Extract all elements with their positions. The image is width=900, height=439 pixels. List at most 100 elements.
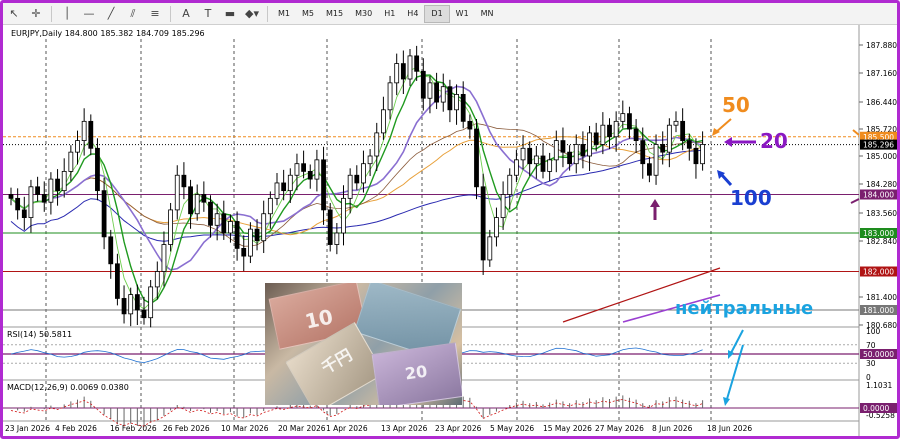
bull-candle <box>653 144 659 176</box>
bear-candle <box>321 159 326 211</box>
bull-candle <box>620 113 626 122</box>
trendline-tool-icon[interactable]: ╱ <box>100 5 122 23</box>
bear-candle <box>693 147 699 165</box>
bear-candle <box>307 170 313 180</box>
bear-candle <box>480 186 486 261</box>
bear-candle <box>55 178 60 192</box>
bear-candle <box>121 298 127 315</box>
bear-candle <box>115 263 120 299</box>
toolbar-separator <box>267 5 268 22</box>
shapes-menu-icon[interactable]: ◆▾ <box>241 5 263 23</box>
bear-candle <box>8 194 14 199</box>
macd-label: MACD(12,26,9) 0.0069 0.0380 <box>7 383 129 392</box>
bull-candle <box>267 197 273 215</box>
bull-candle <box>613 120 619 138</box>
price-label: 187.880 <box>866 41 897 50</box>
date-label: 26 Feb 2026 <box>163 424 210 433</box>
bull-candle <box>161 244 167 272</box>
bull-candle <box>673 120 679 126</box>
toolbar: ↖ ✛ │ — ╱ ⫽ ≡ A T ▬ ◆▾ M1 M5 M15 M30 H1 H4 D1 W1 MN <box>3 3 897 25</box>
date-label: 15 May 2026 <box>543 424 592 433</box>
timeframe-w1-button[interactable]: W1 <box>450 5 475 23</box>
price-scale: 187.880187.160186.440185.720185.000184.2… <box>859 41 897 330</box>
chart-header: EURJPY,Daily 184.800 185.382 184.709 185… <box>11 29 205 38</box>
date-label: 1 Apr 2026 <box>326 424 368 433</box>
ma20-annotation: 20 <box>760 129 788 153</box>
timeframe-mn-button[interactable]: MN <box>475 5 500 23</box>
bear-candle <box>301 163 307 172</box>
bear-candle <box>686 140 692 149</box>
bull-candle <box>700 144 705 165</box>
channel-tool-icon[interactable]: ⫽ <box>122 5 144 23</box>
bull-candle <box>494 217 499 238</box>
bear-candle <box>35 186 40 195</box>
bull-candle <box>587 132 592 157</box>
bull-candle <box>247 228 253 257</box>
bear-candle <box>660 144 666 153</box>
timeframe-m15-button[interactable]: M15 <box>320 5 349 23</box>
toolbar-separator <box>51 5 52 22</box>
support-up-arrowhead <box>650 199 660 207</box>
bull-candle <box>513 159 519 176</box>
bear-candle <box>354 174 360 184</box>
rectangle-label-tool-icon[interactable]: ▬ <box>219 5 241 23</box>
fibonacci-tool-icon[interactable]: ≡ <box>144 5 166 23</box>
bear-candle <box>607 124 612 138</box>
horizontal-line-tool-icon[interactable]: — <box>78 5 100 23</box>
ma20-arrowhead <box>724 137 732 147</box>
bear-candle <box>460 94 466 122</box>
bear-candle <box>188 186 193 215</box>
timeframe-m1-button[interactable]: M1 <box>272 5 296 23</box>
bull-candle <box>387 82 393 111</box>
bull-candle <box>347 174 353 199</box>
bear-candle <box>467 120 473 130</box>
bear-candle <box>181 174 187 188</box>
bear-candle <box>400 63 406 80</box>
bull-candle <box>454 94 459 111</box>
date-label: 27 May 2026 <box>595 424 644 433</box>
macd-current-value: 0.0000 <box>863 404 889 413</box>
bear-candle <box>241 247 247 257</box>
bear-candle <box>95 147 100 192</box>
bull-candle <box>81 120 87 141</box>
rsi-label: RSI(14) 50.5811 <box>7 330 72 339</box>
bear-candle <box>281 182 287 192</box>
cursor-tool-icon[interactable]: ↖ <box>3 5 25 23</box>
bull-candle <box>228 221 233 234</box>
bull-candle <box>600 124 606 145</box>
vertical-line-tool-icon[interactable]: │ <box>56 5 78 23</box>
timeframe-buttons: M1 M5 M15 M30 H1 H4 D1 W1 MN <box>272 4 500 23</box>
timeframe-d1-button[interactable]: D1 <box>424 4 450 23</box>
ma50-annotation: 50 <box>722 93 750 117</box>
bear-candle <box>647 163 652 176</box>
text-tool-icon[interactable]: A <box>175 5 197 23</box>
bear-candle <box>447 86 453 111</box>
timeframe-m5-button[interactable]: M5 <box>296 5 320 23</box>
timeframe-h1-button[interactable]: H1 <box>378 5 401 23</box>
text-label-tool-icon[interactable]: T <box>197 5 219 23</box>
banknotes-photo: 10 千円 20 <box>265 283 462 405</box>
bull-candle <box>573 144 579 165</box>
timeframe-h4-button[interactable]: H4 <box>401 5 424 23</box>
price-tag: 185.296 <box>863 141 894 150</box>
bear-candle <box>633 128 639 142</box>
bear-candle <box>101 190 107 238</box>
bull-candle <box>380 109 386 134</box>
timeframe-m30-button[interactable]: M30 <box>349 5 378 23</box>
bull-candle <box>507 174 513 195</box>
crosshair-tool-icon[interactable]: ✛ <box>25 5 47 23</box>
price-purple-arrow <box>850 198 860 204</box>
bull-candle <box>533 155 539 165</box>
bull-candle <box>487 236 493 261</box>
neutral-annotation: нейтральные <box>675 298 813 319</box>
bear-candle <box>221 213 227 234</box>
bull-candle <box>374 132 380 157</box>
macd-scale-label: 1.1031 <box>866 381 892 390</box>
price-label: 186.440 <box>866 98 897 107</box>
bull-candle <box>174 174 180 211</box>
bull-candle <box>547 159 553 172</box>
neutral-macd-arrowhead <box>723 397 730 406</box>
drawing-tools: ↖ ✛ │ — ╱ ⫽ ≡ A T ▬ ◆▾ <box>3 5 263 23</box>
bull-candle <box>148 286 154 319</box>
bear-candle <box>474 128 479 188</box>
